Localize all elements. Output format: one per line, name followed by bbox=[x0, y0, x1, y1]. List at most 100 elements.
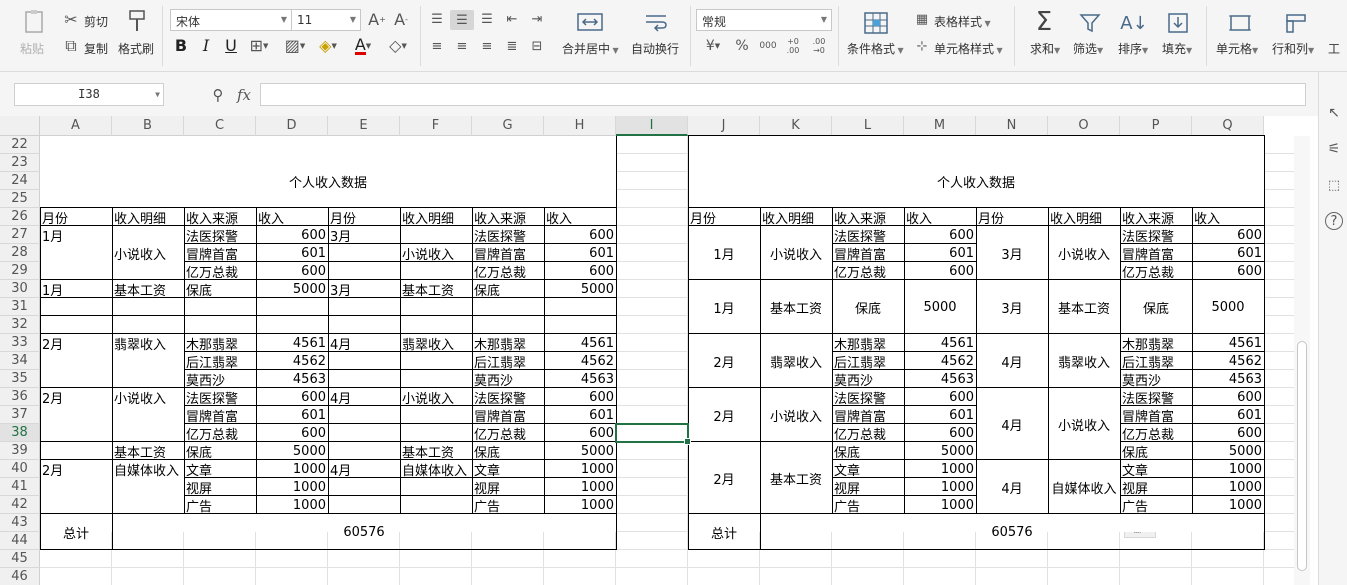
cell-N40[interactable]: 4月 bbox=[976, 460, 1048, 514]
cell-D33[interactable]: 4561 bbox=[256, 334, 328, 352]
cell-Q37[interactable]: 601 bbox=[1192, 406, 1264, 424]
row-header-22[interactable]: 22 bbox=[0, 136, 40, 154]
cell-H34[interactable]: 4562 bbox=[544, 352, 616, 370]
row-header-43[interactable]: 43 bbox=[0, 514, 40, 532]
cell-style-button[interactable]: 单元格样式 ▼ bbox=[934, 40, 1003, 57]
cell-L36[interactable]: 法医探警 bbox=[832, 388, 904, 407]
column-header-O[interactable]: O bbox=[1048, 116, 1120, 136]
row-header-30[interactable]: 30 bbox=[0, 280, 40, 298]
cell-C40[interactable]: 文章 bbox=[184, 460, 256, 479]
row-header-46[interactable]: 46 bbox=[0, 568, 40, 585]
cell-G42[interactable]: 广告 bbox=[472, 496, 544, 515]
cell-B39[interactable]: 基本工资 bbox=[112, 442, 184, 461]
cell-D37[interactable]: 601 bbox=[256, 406, 328, 424]
row-header-29[interactable]: 29 bbox=[0, 262, 40, 280]
cell-O26[interactable]: 收入明细 bbox=[1048, 208, 1120, 227]
cell-Q36[interactable]: 600 bbox=[1192, 388, 1264, 406]
decrease-font-icon[interactable]: A- bbox=[391, 10, 411, 30]
cell-P30[interactable]: 保底 bbox=[1120, 280, 1192, 334]
cell-D40[interactable]: 1000 bbox=[256, 460, 328, 478]
cell-F30[interactable]: 基本工资 bbox=[400, 280, 472, 299]
sum-button[interactable]: 求和▼ bbox=[1030, 40, 1060, 57]
cell-J43[interactable]: 总计 bbox=[688, 514, 760, 550]
cell-G41[interactable]: 视屏 bbox=[472, 478, 544, 497]
column-header-A[interactable]: A bbox=[40, 116, 112, 136]
scissors-icon[interactable]: ✂ bbox=[62, 11, 80, 29]
cell-J39[interactable]: 2月 bbox=[688, 442, 760, 514]
cell-J30[interactable]: 1月 bbox=[688, 280, 760, 334]
row-header-27[interactable]: 27 bbox=[0, 226, 40, 244]
cell-N27[interactable]: 3月 bbox=[976, 226, 1048, 280]
cell-H26[interactable]: 收入 bbox=[544, 208, 616, 227]
cell-B36[interactable]: 小说收入 bbox=[112, 388, 184, 407]
zoom-icon[interactable]: ⚲ bbox=[208, 85, 228, 105]
column-header-F[interactable]: F bbox=[400, 116, 472, 136]
cell-C33[interactable]: 木那翡翠 bbox=[184, 334, 256, 353]
bold-icon[interactable]: B bbox=[172, 37, 190, 55]
cell-L29[interactable]: 亿万总裁 bbox=[832, 262, 904, 281]
cell-C38[interactable]: 亿万总裁 bbox=[184, 424, 256, 443]
cell-M26[interactable]: 收入 bbox=[904, 208, 976, 227]
cell-L28[interactable]: 冒牌首富 bbox=[832, 244, 904, 263]
filter-button[interactable]: 筛选▼ bbox=[1073, 40, 1103, 57]
cell-G37[interactable]: 冒牌首富 bbox=[472, 406, 544, 425]
cell-H30[interactable]: 5000 bbox=[544, 280, 616, 298]
indent-decrease-icon[interactable]: ⇤ bbox=[503, 10, 521, 28]
cell-M38[interactable]: 600 bbox=[904, 424, 976, 442]
cell-P41[interactable]: 视屏 bbox=[1120, 478, 1192, 497]
column-header-C[interactable]: C bbox=[184, 116, 256, 136]
cell-M42[interactable]: 1000 bbox=[904, 496, 976, 514]
cell-L41[interactable]: 视屏 bbox=[832, 478, 904, 497]
cell-M27[interactable]: 600 bbox=[904, 226, 976, 244]
cell-O30[interactable]: 基本工资 bbox=[1048, 280, 1120, 334]
cell-B40[interactable]: 自媒体收入 bbox=[112, 460, 184, 479]
cell-L35[interactable]: 莫西沙 bbox=[832, 370, 904, 389]
fill-icon[interactable] bbox=[1164, 10, 1192, 36]
column-header-L[interactable]: L bbox=[832, 116, 904, 136]
row-header-44[interactable]: 44 bbox=[0, 532, 40, 550]
cell-P27[interactable]: 法医探警 bbox=[1120, 226, 1192, 245]
underline-icon[interactable]: U bbox=[222, 37, 240, 55]
column-header-D[interactable]: D bbox=[256, 116, 328, 136]
cell-C27[interactable]: 法医探警 bbox=[184, 226, 256, 245]
column-header-H[interactable]: H bbox=[544, 116, 616, 136]
cell-G28[interactable]: 冒牌首富 bbox=[472, 244, 544, 263]
cell-C41[interactable]: 视屏 bbox=[184, 478, 256, 497]
fill-pattern-icon[interactable]: ▨ ▼ bbox=[282, 37, 308, 55]
cell-H28[interactable]: 601 bbox=[544, 244, 616, 262]
cell-M37[interactable]: 601 bbox=[904, 406, 976, 424]
cell-L42[interactable]: 广告 bbox=[832, 496, 904, 515]
cell-B43[interactable]: 60576 bbox=[112, 514, 616, 550]
cell-P42[interactable]: 广告 bbox=[1120, 496, 1192, 515]
cell-P36[interactable]: 法医探警 bbox=[1120, 388, 1192, 407]
column-header-Q[interactable]: Q bbox=[1192, 116, 1264, 136]
cell-L38[interactable]: 亿万总裁 bbox=[832, 424, 904, 443]
cell-J26[interactable]: 月份 bbox=[688, 208, 760, 227]
cell-B30[interactable]: 基本工资 bbox=[112, 280, 184, 299]
cell-C35[interactable]: 莫西沙 bbox=[184, 370, 256, 389]
cell-button[interactable]: 单元格▼ bbox=[1216, 40, 1258, 57]
cell-G33[interactable]: 木那翡翠 bbox=[472, 334, 544, 353]
cell-G34[interactable]: 后江翡翠 bbox=[472, 352, 544, 371]
row-header-23[interactable]: 23 bbox=[0, 154, 40, 172]
cell-M39[interactable]: 5000 bbox=[904, 442, 976, 460]
cell-C34[interactable]: 后江翡翠 bbox=[184, 352, 256, 371]
cell-A40[interactable]: 2月 bbox=[40, 460, 112, 479]
cell-H41[interactable]: 1000 bbox=[544, 478, 616, 496]
copy-icon[interactable]: ⧉ bbox=[62, 37, 80, 55]
cell-P34[interactable]: 后江翡翠 bbox=[1120, 352, 1192, 371]
scrollbar-thumb[interactable] bbox=[1297, 341, 1307, 571]
cell-D30[interactable]: 5000 bbox=[256, 280, 328, 298]
align-middle-icon[interactable]: ☰ bbox=[450, 10, 474, 30]
column-header-K[interactable]: K bbox=[760, 116, 832, 136]
fill-color-icon[interactable]: ◈ ▼ bbox=[315, 37, 341, 55]
justify-icon[interactable]: ≣ bbox=[503, 37, 521, 55]
cell-E27[interactable]: 3月 bbox=[328, 226, 400, 245]
cursor-icon[interactable]: ↖ bbox=[1325, 104, 1343, 122]
cell-K30[interactable]: 基本工资 bbox=[760, 280, 832, 334]
cell-M35[interactable]: 4563 bbox=[904, 370, 976, 388]
cell-H29[interactable]: 600 bbox=[544, 262, 616, 280]
cell-Q34[interactable]: 4562 bbox=[1192, 352, 1264, 370]
cell-A23[interactable]: 个人收入数据 bbox=[40, 154, 616, 208]
cell-F36[interactable]: 小说收入 bbox=[400, 388, 472, 407]
